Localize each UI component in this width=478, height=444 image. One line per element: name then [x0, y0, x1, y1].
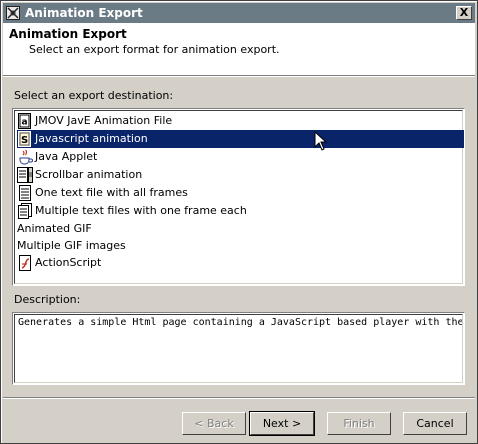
list-item-label: JMOV JavE Animation File — [35, 114, 173, 127]
text-file-icon — [17, 185, 33, 201]
svg-text:a: a — [22, 118, 28, 128]
header-divider — [3, 76, 475, 77]
list-item-label: ActionScript — [35, 256, 102, 269]
animation-export-dialog: Animation Export X Animation Export Sele… — [0, 0, 478, 444]
list-item-java-applet[interactable]: Java Applet — [17, 148, 464, 166]
list-item-jmov[interactable]: a JMOV JavE Animation File — [17, 112, 464, 130]
list-item-actionscript[interactable]: ActionScript — [17, 254, 464, 272]
list-item-animated-gif[interactable]: Animated GIF — [17, 220, 464, 238]
back-button[interactable]: < Back — [182, 412, 246, 435]
export-destination-list[interactable]: a JMOV JavE Animation File S Javascript … — [12, 108, 465, 286]
jmov-file-icon: a — [17, 113, 33, 129]
description-box[interactable]: Generates a simple Html page containing … — [12, 312, 465, 385]
description-text: Generates a simple Html page containing … — [14, 314, 463, 383]
javascript-icon: S — [17, 131, 33, 147]
java-coffee-icon — [17, 149, 33, 165]
text-files-icon — [17, 203, 33, 219]
header-title: Animation Export — [9, 27, 127, 41]
app-icon — [6, 6, 20, 20]
list-item-multiple-gif[interactable]: Multiple GIF images — [17, 237, 464, 255]
list-item-label: One text file with all frames — [35, 186, 188, 199]
destination-label: Select an export destination: — [14, 89, 174, 102]
list-item-label: Animated GIF — [17, 222, 92, 235]
finish-button[interactable]: Finish — [327, 412, 391, 435]
description-label: Description: — [14, 293, 81, 306]
list-item-label: Multiple GIF images — [17, 239, 126, 252]
window-title: Animation Export — [25, 6, 143, 20]
actionscript-icon — [17, 255, 33, 271]
next-button[interactable]: Next > — [249, 411, 315, 436]
wizard-header: Animation Export Select an export format… — [3, 23, 475, 76]
list-item-multiple-text-files[interactable]: Multiple text files with one frame each — [17, 202, 464, 220]
footer-divider — [3, 397, 475, 399]
cancel-button[interactable]: Cancel — [403, 412, 467, 435]
mouse-pointer-icon — [314, 130, 330, 153]
list-item-javascript[interactable]: S Javascript animation — [17, 130, 464, 148]
list-item-scrollbar[interactable]: Scrollbar animation — [17, 166, 464, 184]
list-item-one-text-file[interactable]: One text file with all frames — [17, 184, 464, 202]
list-item-label: Scrollbar animation — [35, 168, 143, 181]
title-bar[interactable]: Animation Export X — [3, 3, 475, 23]
list-item-label: Java Applet — [35, 150, 98, 163]
scrollbar-icon — [17, 167, 33, 183]
header-description: Select an export format for animation ex… — [29, 43, 280, 56]
list-item-label: Multiple text files with one frame each — [35, 204, 247, 217]
list-item-label: Javascript animation — [35, 132, 148, 145]
close-button[interactable]: X — [456, 6, 472, 20]
svg-text:S: S — [21, 135, 28, 146]
